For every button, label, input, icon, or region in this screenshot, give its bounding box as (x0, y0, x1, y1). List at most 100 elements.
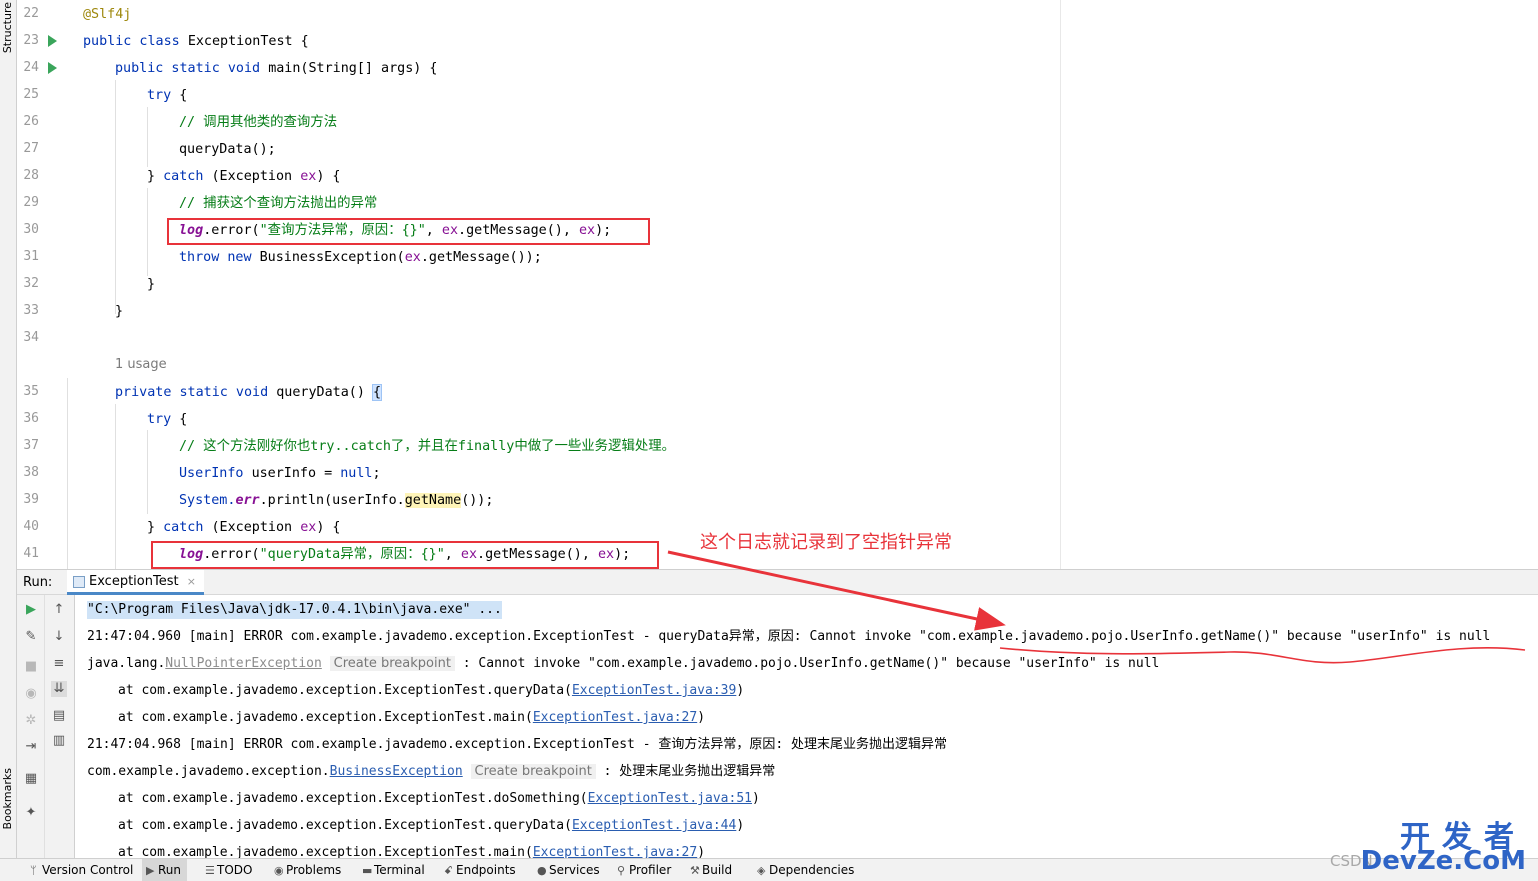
line-number: 33 (23, 303, 39, 318)
wrench-icon[interactable]: ✎ (23, 629, 39, 645)
usage-hint[interactable]: 1 usage (115, 357, 167, 372)
right-margin-guide (1060, 0, 1061, 569)
source-link[interactable]: ExceptionTest.java:44 (572, 818, 736, 833)
code-line: System.err.println(userInfo.getName()); (179, 493, 494, 508)
line-number: 27 (23, 141, 39, 156)
stop-icon[interactable]: ■ (23, 659, 39, 675)
code-line: try { (147, 412, 188, 427)
indent-guide (147, 107, 148, 167)
dependencies-tab[interactable]: ◈ Dependencies (757, 859, 854, 881)
left-tool-strip: Structure Bookmarks (0, 0, 17, 858)
indent-guide (115, 80, 116, 314)
line-number: 29 (23, 195, 39, 210)
console-toolbar-secondary: ↑ ↓ ≡ ⇊ ▤ ▥ (45, 595, 75, 858)
build-tab[interactable]: ⚒ Build (690, 859, 732, 881)
run-gutter-icon[interactable] (48, 35, 57, 47)
camera-icon[interactable]: ◉ (23, 686, 39, 702)
console-toolbar-primary: ▶ ✎ ■ ◉ ✲ ⇥ ▦ ✦ (17, 595, 45, 858)
hammer-icon: ⚒ (690, 864, 700, 877)
version-control-tab[interactable]: ᛘ Version Control (30, 859, 133, 881)
code-line: try { (147, 88, 188, 103)
line-number: 40 (23, 519, 39, 534)
code-line: } (115, 304, 124, 319)
line-number: 30 (23, 222, 39, 237)
line-number: 32 (23, 276, 39, 291)
console-line: 21:47:04.960 [main] ERROR com.example.ja… (87, 629, 1491, 644)
run-label: Run: (23, 575, 53, 590)
line-number: 26 (23, 114, 39, 129)
code-line: // 捕获这个查询方法抛出的异常 (179, 196, 378, 211)
layout-icon[interactable]: ▦ (23, 771, 39, 787)
code-line: } (147, 277, 156, 292)
dependencies-icon: ◈ (757, 864, 766, 877)
code-line: } catch (Exception ex) { (147, 169, 341, 184)
highlight-box-log-error-query (167, 218, 650, 245)
problems-icon: ◉ (274, 864, 284, 877)
code-line: public class ExceptionTest { (83, 34, 309, 49)
run-icon: ▶ (146, 864, 155, 877)
line-gutter: 22 23 24 25 26 27 28 29 30 31 32 33 34 3… (17, 0, 69, 569)
branch-icon: ᛘ (30, 864, 37, 877)
indent-guide (147, 188, 148, 276)
scroll-to-end-icon[interactable]: ⇊ (51, 681, 67, 697)
console-line: 21:47:04.968 [main] ERROR com.example.ja… (87, 737, 947, 752)
terminal-tab[interactable]: ▬ Terminal (362, 859, 425, 881)
trash-icon[interactable]: ▥ (51, 733, 67, 749)
line-number: 38 (23, 465, 39, 480)
code-line: public static void main(String[] args) { (115, 61, 438, 76)
print-icon[interactable]: ▤ (51, 708, 67, 724)
line-number: 35 (23, 384, 39, 399)
run-gutter-icon[interactable] (48, 62, 57, 74)
list-icon: ☰ (205, 864, 215, 877)
code-line: throw new BusinessException(ex.getMessag… (179, 250, 542, 265)
code-line: // 调用其他类的查询方法 (179, 115, 338, 130)
source-link[interactable]: ExceptionTest.java:39 (572, 683, 736, 698)
pin-icon[interactable]: ✦ (23, 805, 39, 821)
exception-link[interactable]: NullPointerException (165, 656, 322, 671)
problems-tab[interactable]: ◉ Problems (274, 859, 341, 881)
settings-icon[interactable]: ✲ (23, 713, 39, 729)
bookmarks-tool-label[interactable]: Bookmarks (1, 768, 14, 829)
source-link[interactable]: ExceptionTest.java:51 (588, 791, 752, 806)
run-tab[interactable]: ▶ Run (142, 859, 188, 881)
rerun-icon[interactable]: ▶ (23, 602, 39, 618)
stack-trace-line: at com.example.javademo.exception.Except… (118, 818, 745, 833)
code-line: } catch (Exception ex) { (147, 520, 341, 535)
run-tab-label: ExceptionTest (89, 574, 179, 589)
console-line: java.lang.NullPointerException Create br… (87, 656, 1160, 671)
soft-wrap-icon[interactable]: ≡ (51, 656, 67, 672)
console-output[interactable]: "C:\Program Files\Java\jdk-17.0.4.1\bin\… (75, 595, 1538, 858)
arrow-down-icon[interactable]: ↓ (51, 629, 67, 645)
stack-trace-line: at com.example.javademo.exception.Except… (118, 791, 760, 806)
line-number: 25 (23, 87, 39, 102)
create-breakpoint-hint[interactable]: Create breakpoint (329, 656, 455, 671)
code-line: // 这个方法刚好你也try..catch了，并且在finally中做了一些业务… (179, 439, 676, 454)
code-editor[interactable]: 22 23 24 25 26 27 28 29 30 31 32 33 34 3… (17, 0, 1538, 569)
profiler-tab[interactable]: ⚲ Profiler (617, 859, 671, 881)
close-icon[interactable]: × (187, 575, 196, 588)
run-tab-exceptiontest[interactable]: ExceptionTest × (67, 570, 204, 595)
todo-tab[interactable]: ☰ TODO (205, 859, 252, 881)
structure-tool-label[interactable]: Structure (1, 2, 14, 53)
services-tab[interactable]: ● Services (537, 859, 600, 881)
stack-trace-line: at com.example.javademo.exception.Except… (118, 710, 706, 725)
create-breakpoint-hint[interactable]: Create breakpoint (470, 764, 596, 779)
watermark-bottom: DevZe.CoM (1360, 846, 1526, 876)
source-link[interactable]: ExceptionTest.java:27 (533, 710, 697, 725)
arrow-up-icon[interactable]: ↑ (51, 602, 67, 618)
terminal-icon: ▬ (362, 864, 373, 877)
endpoints-tab[interactable]: ꗃ Endpoints (444, 859, 516, 881)
services-icon: ● (537, 864, 547, 877)
highlight-box-log-error-querydata (151, 541, 659, 569)
code-line: private static void queryData() { (115, 384, 383, 401)
source-link[interactable]: ExceptionTest.java:27 (533, 845, 697, 858)
line-number: 22 (23, 6, 39, 21)
line-number: 28 (23, 168, 39, 183)
exit-icon[interactable]: ⇥ (23, 739, 39, 755)
code-line: @Slf4j (83, 7, 132, 22)
exception-link[interactable]: BusinessException (330, 764, 463, 779)
run-config-icon (73, 576, 85, 588)
annotation-text: 这个日志就记录到了空指针异常 (700, 532, 952, 553)
indent-guide (67, 378, 68, 569)
watermark: CSDN 开发者 DevZe.CoM (1330, 812, 1530, 876)
